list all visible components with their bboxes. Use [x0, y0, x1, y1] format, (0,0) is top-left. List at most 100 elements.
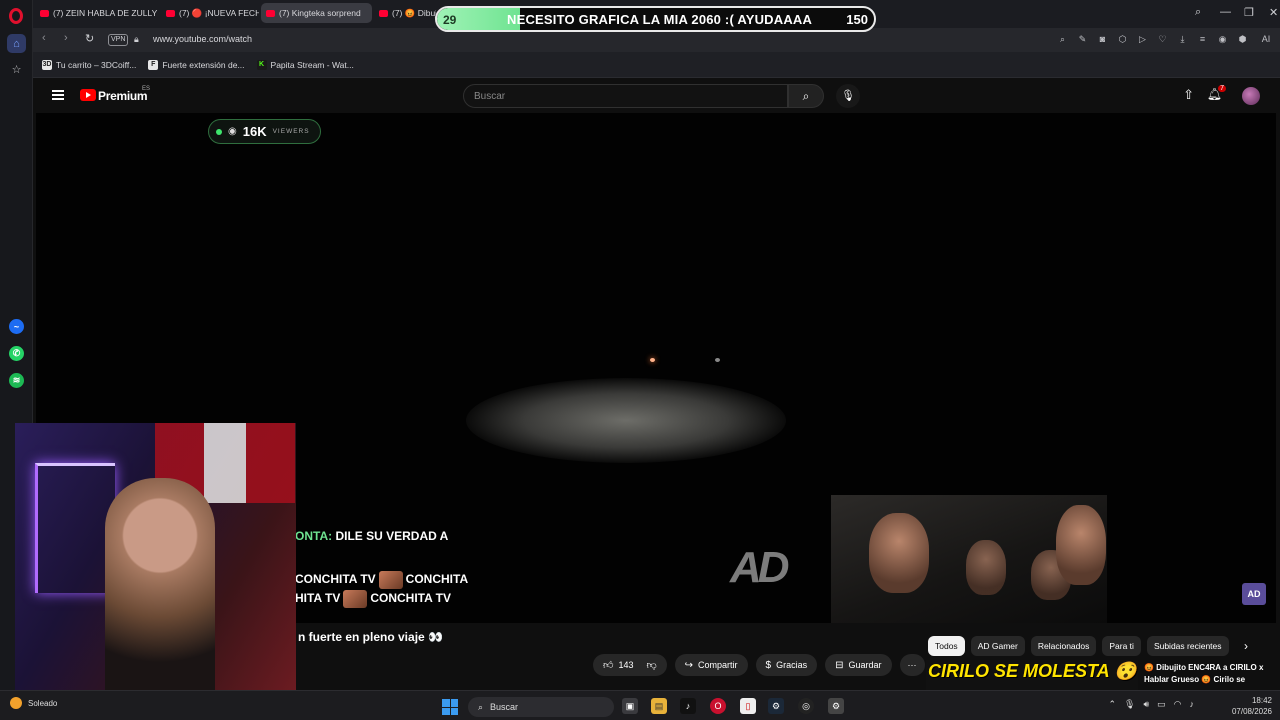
vpn-badge[interactable]: VPN	[108, 34, 129, 46]
opera-icon[interactable]: O	[710, 698, 726, 714]
share-label: Compartir	[698, 660, 738, 670]
download-icon[interactable]: ⤓	[1176, 32, 1189, 46]
edit-icon[interactable]: ✎	[1076, 32, 1089, 46]
microphone-icon: 🎙︎	[841, 90, 855, 102]
taskbar-search[interactable]: ⌕ Buscar	[468, 697, 614, 717]
recommended-title[interactable]: 😡 Dibujito ENC4RA a CIRILO x Hablar Grue…	[1144, 662, 1264, 686]
chat-message: ONTA: DILE SU VERDAD A	[295, 529, 448, 543]
recommended-thumbnail[interactable]: CIRILO SE MOLESTA 😯	[926, 660, 1138, 690]
thanks-button[interactable]: $ Gracias	[755, 654, 818, 676]
weather-label: Soleado	[28, 698, 58, 708]
bookmark-label: Fuerte extensión de...	[162, 59, 245, 70]
messenger-icon[interactable]: ~	[9, 319, 24, 334]
bookmark-item[interactable]: F Fuerte extensión de...	[148, 59, 245, 70]
bookmark-item[interactable]: 3D Tu carrito – 3DCoiff...	[42, 59, 136, 70]
opera-logo-icon[interactable]	[9, 8, 23, 24]
wifi-icon[interactable]: ◠	[1174, 699, 1182, 710]
youtube-logo-icon[interactable]	[80, 89, 96, 101]
url-field[interactable]: www.youtube.com/watch	[153, 34, 252, 44]
minimize-icon[interactable]: —	[1220, 6, 1231, 18]
emote-icon	[343, 590, 368, 608]
tab[interactable]: (7) 😡 Dibujito	[374, 3, 436, 23]
goal-message: NECESITO GRAFICA LA MIA 2060 :( AYUDAAAA	[507, 12, 813, 27]
speaker-icon[interactable]: 🔊︎	[1143, 699, 1149, 710]
find-icon[interactable]: ⌕	[1056, 32, 1069, 46]
passengers-camera	[831, 495, 1107, 623]
channel-corner-logo[interactable]: AD	[1242, 583, 1266, 605]
volume-icon[interactable]: ♪	[1190, 699, 1195, 710]
whatsapp-icon[interactable]: ✆	[9, 346, 24, 361]
avatar[interactable]	[1242, 87, 1260, 105]
lock-icon[interactable]: 🔒︎	[134, 34, 139, 45]
youtube-brand[interactable]: Premium	[98, 89, 148, 103]
bookmark-favicon-icon: K	[256, 59, 267, 70]
back-icon[interactable]: ‹	[42, 32, 46, 44]
search-input[interactable]	[464, 85, 787, 107]
upload-icon[interactable]: ⇧	[1183, 87, 1194, 103]
file-explorer-icon[interactable]: ▤	[651, 698, 667, 714]
chat-text: DILE SU VERDAD A	[335, 529, 449, 543]
bookmark-item[interactable]: K Papita Stream - Wat...	[256, 59, 354, 70]
share-button[interactable]: ↪ Compartir	[674, 654, 748, 676]
tiktok-icon[interactable]: ♪	[680, 698, 696, 714]
chip-todos[interactable]: Todos	[928, 636, 965, 656]
search-button[interactable]: ⌕	[788, 84, 824, 108]
tab[interactable]: (7) ZEIN HABLA DE ZULLY	[35, 3, 159, 23]
thumbs-up-icon: 👍︎	[603, 660, 614, 671]
home-icon[interactable]: ⌂	[7, 34, 26, 53]
hamburger-menu-icon[interactable]	[52, 90, 64, 100]
person	[966, 540, 1006, 595]
tab-title: (7) 😡 Dibujito	[392, 7, 436, 18]
steam-icon[interactable]: ⚙	[768, 698, 784, 714]
notepad-icon[interactable]: ▯	[740, 698, 756, 714]
more-actions-button[interactable]: ···	[899, 654, 925, 676]
search-tabs-icon[interactable]: ⌕	[1195, 6, 1201, 19]
chip-subidas-recientes[interactable]: Subidas recientes	[1146, 636, 1229, 656]
share-icon: ↪	[684, 659, 694, 671]
chip-para-ti[interactable]: Para ti	[1102, 636, 1141, 656]
profile-icon[interactable]: ◉	[1216, 32, 1229, 46]
clock-date: 07/08/2026	[1231, 707, 1272, 716]
chevron-up-icon[interactable]: ⌃	[1108, 699, 1116, 710]
clock-time: 18:42	[1251, 696, 1272, 705]
player-icon[interactable]: ▷	[1136, 32, 1149, 46]
ai-button[interactable]: AI	[1256, 32, 1276, 46]
adblock-icon[interactable]: ⬡	[1116, 32, 1129, 46]
star-icon[interactable]: ☆	[7, 60, 26, 79]
settings-icon[interactable]: ⚙	[828, 698, 844, 714]
save-button[interactable]: ⊟ Guardar	[825, 654, 892, 676]
menu-icon[interactable]: ≡	[1196, 32, 1209, 46]
windows-start-icon[interactable]	[442, 699, 458, 715]
clock[interactable]: 18:42 07/08/2026	[1232, 695, 1272, 717]
extensions-icon[interactable]: ⬢	[1236, 32, 1249, 46]
restore-icon[interactable]: ❐	[1244, 6, 1254, 19]
like-button[interactable]: 👍︎ 143 👎︎	[593, 654, 667, 676]
display-icon[interactable]: ▭	[1157, 699, 1166, 710]
task-view-icon[interactable]: ▣	[622, 698, 638, 714]
camera-icon[interactable]: ◙	[1096, 32, 1109, 46]
more-icon: ···	[907, 660, 917, 670]
forward-icon[interactable]: ›	[64, 32, 68, 44]
thumbs-down-icon[interactable]: 👎︎	[646, 659, 656, 671]
youtube-favicon-icon	[379, 9, 388, 17]
spotify-icon[interactable]: ≋	[9, 373, 24, 388]
viewers-count: 16K	[242, 124, 267, 139]
microphone-icon[interactable]: 🎙︎	[1124, 699, 1135, 710]
obs-icon[interactable]: ◎	[798, 698, 814, 714]
chevron-right-icon[interactable]: ›	[1244, 639, 1248, 653]
reload-icon[interactable]: ↻	[85, 32, 94, 45]
tab-active[interactable]: (7) Kingteka sorprend	[261, 3, 372, 23]
person	[1056, 505, 1106, 585]
chat-text: CONCHITA TV	[370, 591, 451, 606]
weather-widget[interactable]: Soleado	[10, 697, 57, 709]
system-tray: ⌃ 🎙︎ 🔊︎ ▭ ◠ ♪	[1108, 699, 1194, 710]
goal-banner: 29 NECESITO GRAFICA LA MIA 2060 :( AYUDA…	[435, 6, 876, 32]
tab[interactable]: (7) 🔴 ¡NUEVA FECHA par	[161, 3, 259, 23]
close-icon[interactable]: ✕	[1269, 6, 1278, 19]
heart-icon[interactable]: ♡	[1156, 32, 1169, 46]
streamer-webcam	[15, 423, 296, 707]
thanks-label: Gracias	[776, 660, 808, 670]
voice-search-button[interactable]: 🎙︎	[836, 84, 860, 108]
chip-relacionados[interactable]: Relacionados	[1030, 636, 1097, 656]
chip-ad-gamer[interactable]: AD Gamer	[970, 636, 1025, 656]
